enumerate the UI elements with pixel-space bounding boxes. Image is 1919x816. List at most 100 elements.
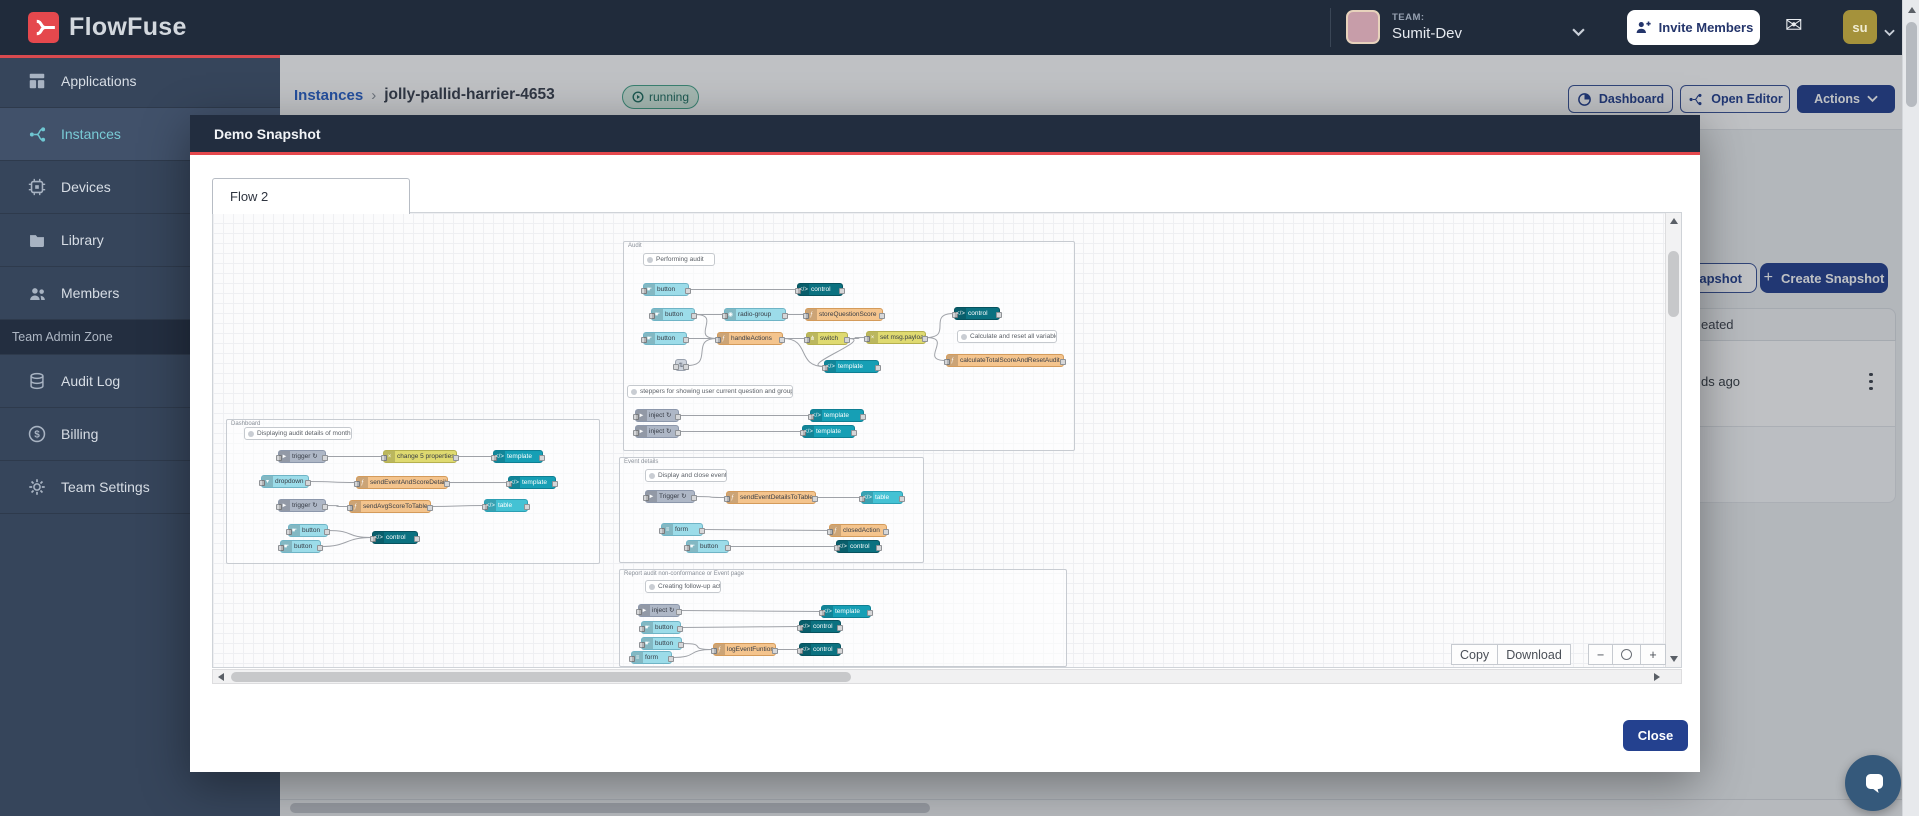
flowfuse-logo-icon [28, 12, 59, 43]
person-plus-icon [1636, 21, 1651, 34]
team-settings-icon [26, 477, 48, 497]
template-node-icon: </> [494, 451, 505, 462]
team-label: TEAM: [1392, 12, 1425, 23]
flow-node-label: Creating follow-up action [658, 583, 720, 590]
flow-node-label: table [498, 502, 513, 509]
flow-node-control: </> control [834, 540, 882, 553]
invite-members-button[interactable]: Invite Members [1627, 10, 1760, 45]
mail-icon[interactable]: ✉ [1785, 13, 1803, 38]
scroll-left-icon[interactable] [213, 669, 229, 685]
flow-node-label: template [507, 453, 532, 460]
comment-dot-icon [649, 583, 655, 590]
flow-node-ui: ▾ dropdown [259, 475, 311, 488]
sidebar-item-label: Billing [61, 426, 99, 442]
page-scroll-up-icon[interactable] [1903, 2, 1919, 18]
page-vscroll-thumb[interactable] [1906, 22, 1917, 107]
switch-node-icon: ⋔ [807, 333, 818, 344]
flow-node-inject: ► Trigger ↻ [643, 490, 697, 503]
flow-node-label: Display and close events [658, 472, 726, 479]
flow-node-label: change 5 properties [397, 453, 455, 460]
inject-node-icon: ► [636, 426, 647, 437]
flow-node-label: button [665, 311, 684, 318]
team-chevron-down-icon[interactable] [1572, 24, 1585, 42]
flow-node-button: ☛ button [684, 540, 731, 553]
flow-node-table: </> table [482, 499, 530, 512]
flow-node-template: </> template [491, 450, 545, 463]
canvas-hscroll-thumb[interactable] [231, 672, 851, 682]
control-node-icon: </> [837, 541, 848, 552]
flow-node-comment: steppers for showing user current questi… [627, 385, 793, 398]
inject-node-icon: ► [279, 500, 290, 511]
zoom-reset-button[interactable] [1613, 644, 1642, 665]
flow-node-label: table [875, 494, 890, 501]
flow-node-label: closedAction [843, 527, 880, 534]
user-avatar[interactable]: su [1843, 10, 1877, 44]
zoom-in-button[interactable]: + [1641, 644, 1666, 665]
flow-canvas[interactable]: Copy Download − + Audit Performing audit ☛… [212, 212, 1682, 668]
flow-node-button: ☛ button [639, 637, 684, 650]
flow-node-button: ☛ button [649, 308, 697, 321]
team-selector[interactable]: TEAM: Sumit-Dev [1346, 10, 1462, 44]
brand-name: FlowFuse [69, 13, 187, 41]
canvas-vscroll-thumb[interactable] [1668, 251, 1679, 317]
sidebar-item-label: Devices [61, 179, 111, 195]
function-node-icon: ƒ [357, 477, 368, 488]
flow-node-label: radio-group [738, 311, 772, 318]
flow-node-label: button [657, 286, 676, 293]
flow-node-inject: ► inject ↻ [633, 409, 681, 422]
scroll-up-icon[interactable] [1666, 213, 1681, 229]
button-node-icon: ☛ [642, 638, 653, 649]
flow-node-label: sendEventDetailsToTable [740, 494, 813, 501]
download-button[interactable]: Download [1498, 644, 1571, 665]
members-icon [26, 284, 48, 303]
flow-node-function: ƒ handleActions [715, 332, 785, 345]
flow-node-function: ƒ sendAvgScoreToTable [347, 500, 433, 513]
flow-node-label: button [657, 335, 676, 342]
change-node-icon: × [384, 451, 395, 462]
function-node-icon: ƒ [350, 501, 361, 512]
zoom-out-button[interactable]: − [1588, 644, 1614, 665]
flow-node-template: </> template [819, 605, 873, 618]
canvas-vertical-scrollbar[interactable] [1665, 213, 1681, 667]
flow-node-inject: ► trigger ↻ [276, 450, 328, 463]
zoom-reset-circle-icon [1621, 649, 1633, 660]
flow-node-function: ƒ closedAction [827, 524, 889, 537]
flow-node-label: button [294, 543, 313, 550]
flow-node-label: trigger ↻ [292, 502, 318, 509]
user-chevron-down-icon[interactable] [1884, 24, 1895, 42]
flow-node-label: Performing audit [656, 256, 704, 263]
template-node-icon: </> [822, 606, 833, 617]
flow-node-label: control [811, 286, 831, 293]
sidebar-accent-line [0, 55, 280, 58]
flow-node-change: × change 5 properties [381, 450, 459, 463]
chat-widget-button[interactable] [1845, 755, 1901, 811]
close-button[interactable]: Close [1623, 720, 1688, 751]
control-node-icon: </> [373, 532, 384, 543]
team-name: Sumit-Dev [1392, 25, 1463, 42]
flow-node-label: Displaying audit details of month [257, 430, 351, 437]
app-root: Instances › jolly-pallid-harrier-4653 ru… [0, 0, 1919, 816]
sidebar-item-applications[interactable]: Applications [0, 55, 280, 108]
flow-node-label: template [522, 479, 547, 486]
button-node-icon: ☛ [687, 541, 698, 552]
flow-node-label: inject ↻ [649, 428, 672, 435]
scroll-right-icon[interactable] [1649, 669, 1665, 685]
canvas-horizontal-scrollbar[interactable] [212, 669, 1682, 684]
flow-tab[interactable]: Flow 2 [212, 178, 410, 214]
flow-node-ui: ≡ form [659, 523, 705, 536]
flow-node-comment: Calculate and reset all variable [957, 330, 1057, 343]
flow-node-label: button [655, 640, 674, 647]
copy-button[interactable]: Copy [1451, 644, 1499, 665]
brand[interactable]: FlowFuse [28, 12, 187, 43]
svg-text:$: $ [34, 430, 40, 441]
change-node-icon: × [867, 332, 878, 343]
flow-tab-label: Flow 2 [230, 189, 269, 204]
flow-node-label: trigger ↻ [292, 453, 318, 460]
flow-node-ui: ≡ form [629, 651, 674, 664]
flow-node-label: storeQuestionScore [819, 311, 877, 318]
flow-node-button: ☛ button [639, 621, 683, 634]
scroll-down-icon[interactable] [1666, 651, 1681, 667]
modal-header: Demo Snapshot [190, 115, 1700, 155]
page-vertical-scrollbar[interactable] [1902, 0, 1919, 816]
flow-node-label: sendAvgScoreToTable [363, 503, 428, 510]
